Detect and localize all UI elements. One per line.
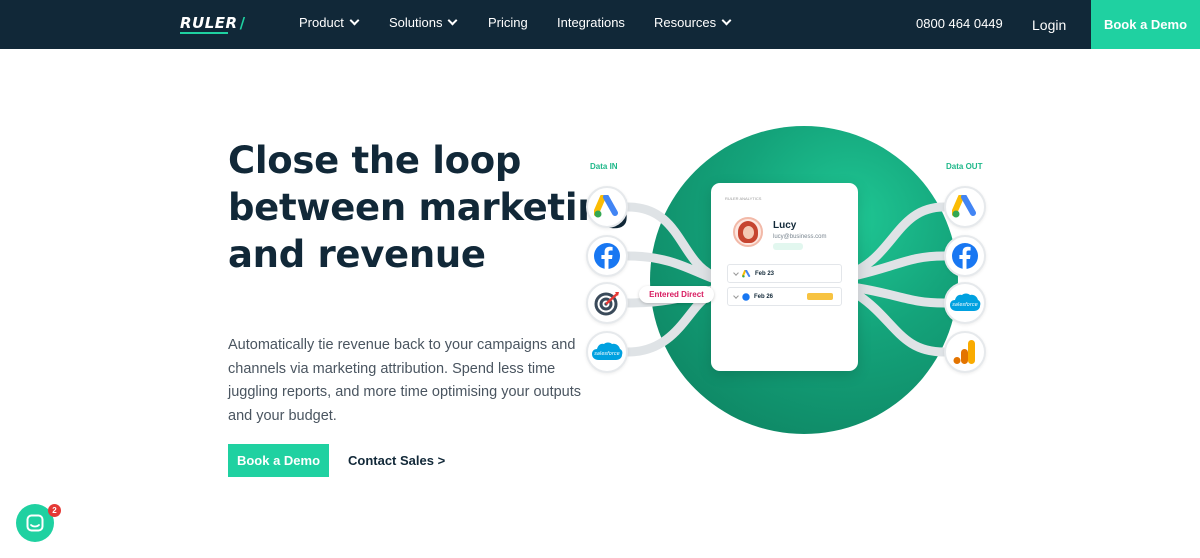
lucy-avatar bbox=[733, 217, 763, 247]
salesforce-icon: salesforce bbox=[592, 342, 623, 360]
touchpoint-date: Feb 23 bbox=[755, 270, 775, 277]
output-salesforce: salesforce bbox=[944, 282, 986, 324]
touchpoint-row: Feb 26 bbox=[727, 287, 842, 306]
facebook-icon bbox=[952, 243, 978, 269]
salesforce-icon: salesforce bbox=[950, 293, 981, 311]
output-facebook bbox=[944, 235, 986, 277]
facebook-icon bbox=[594, 243, 620, 269]
lead-profile-card: RULER ANALYTICS Lucy lucy@business.com F… bbox=[711, 183, 858, 371]
google-ads-icon bbox=[952, 195, 976, 218]
entered-direct-pill: Entered Direct bbox=[639, 286, 714, 303]
google-ads-icon bbox=[742, 269, 751, 277]
input-target bbox=[586, 282, 628, 324]
target-icon bbox=[594, 292, 619, 316]
lead-email: lucy@business.com bbox=[773, 234, 827, 240]
chat-icon bbox=[26, 514, 44, 532]
touchpoint-row: Feb 23 bbox=[727, 264, 842, 283]
chevron-down-icon bbox=[733, 269, 739, 276]
output-google-analytics bbox=[944, 331, 986, 373]
svg-text:salesforce: salesforce bbox=[952, 302, 977, 308]
svg-text:salesforce: salesforce bbox=[594, 351, 619, 357]
input-google-ads bbox=[586, 186, 628, 228]
chevron-down-icon bbox=[733, 292, 739, 299]
data-out-label: Data OUT bbox=[946, 162, 983, 171]
input-facebook bbox=[586, 235, 628, 277]
card-header: RULER ANALYTICS bbox=[725, 196, 762, 201]
google-analytics-icon bbox=[953, 340, 975, 364]
output-google-ads bbox=[944, 186, 986, 228]
input-salesforce: salesforce bbox=[586, 331, 628, 373]
flow-lines bbox=[623, 202, 949, 357]
facebook-icon bbox=[742, 292, 750, 301]
touchpoint-date: Feb 26 bbox=[754, 293, 774, 300]
data-in-label: Data IN bbox=[590, 162, 618, 171]
chat-unread-badge: 2 bbox=[48, 504, 61, 517]
google-ads-icon bbox=[594, 195, 618, 218]
conversion-badge bbox=[807, 293, 833, 300]
lead-status-tag bbox=[773, 243, 803, 250]
lead-name: Lucy bbox=[773, 220, 797, 231]
